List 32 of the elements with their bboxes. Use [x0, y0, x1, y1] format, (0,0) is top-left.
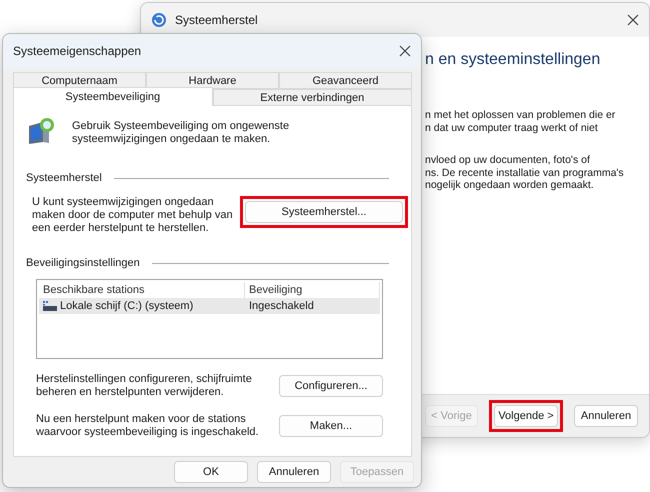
action-description: Nu een herstelpunt maken voor de stations waarvoor systeembeveiliging is ingeschakeld. [36, 413, 260, 439]
tab[interactable]: Externe verbindingen [212, 89, 412, 106]
close-icon[interactable] [399, 45, 411, 57]
tab[interactable]: Systeembeveiliging [13, 87, 212, 106]
system-restore-button[interactable]: Systeemherstel... [245, 201, 403, 223]
dialog-button[interactable]: OK [174, 461, 248, 483]
section-title: Beveiligingsinstellingen [26, 257, 140, 269]
action-button[interactable]: Configureren... [279, 375, 383, 397]
restore-icon [151, 12, 167, 28]
intro-text: Gebruik Systeembeveiliging om ongewenste systeemwijzigingen ongedaan te maken. [72, 119, 290, 146]
close-icon[interactable] [627, 14, 639, 26]
table-cell: Lokale schijf (C:) (systeem) [60, 300, 194, 312]
text-line: n met het oplossen van problemen die er [425, 109, 616, 122]
action-button[interactable]: Maken... [279, 415, 383, 437]
section-title: Systeemherstel [26, 172, 102, 184]
window-title: Systeemherstel [175, 13, 259, 27]
action-description: Herstelinstellingen configureren, schijfruimte beheren en herstelpunten verwijderen. [36, 373, 253, 399]
tab[interactable]: Hardware [146, 72, 279, 89]
wizard-button[interactable]: Volgende > [494, 405, 558, 427]
text-line: ns. De recente installatie van programma's [425, 166, 624, 179]
table-cell: Ingeschakeld [249, 300, 314, 312]
drive-icon [43, 300, 57, 312]
tab[interactable]: Geavanceerd [279, 72, 412, 89]
wizard-heading: n en systeeminstellingen [425, 51, 600, 69]
text-line: nogelijk ongedaan worden gemaakt. [425, 179, 594, 192]
dialog-button[interactable]: Annuleren [257, 461, 331, 483]
text-line: n dat uw computer traag werkt of niet [425, 122, 598, 134]
restore-description: U kunt systeemwijzigingen ongedaan maken door de computer met behulp van een eerder herstelpunt te herstellen. [32, 196, 234, 235]
wizard-button[interactable]: Annuleren [574, 405, 638, 427]
drive-row[interactable]: Lokale schijf (C:) (systeem) Ingeschakeld [39, 298, 380, 314]
dialog-title: Systeemeigenschappen [13, 44, 142, 58]
text-line: nvloed op uw documenten, foto's of [425, 154, 590, 166]
